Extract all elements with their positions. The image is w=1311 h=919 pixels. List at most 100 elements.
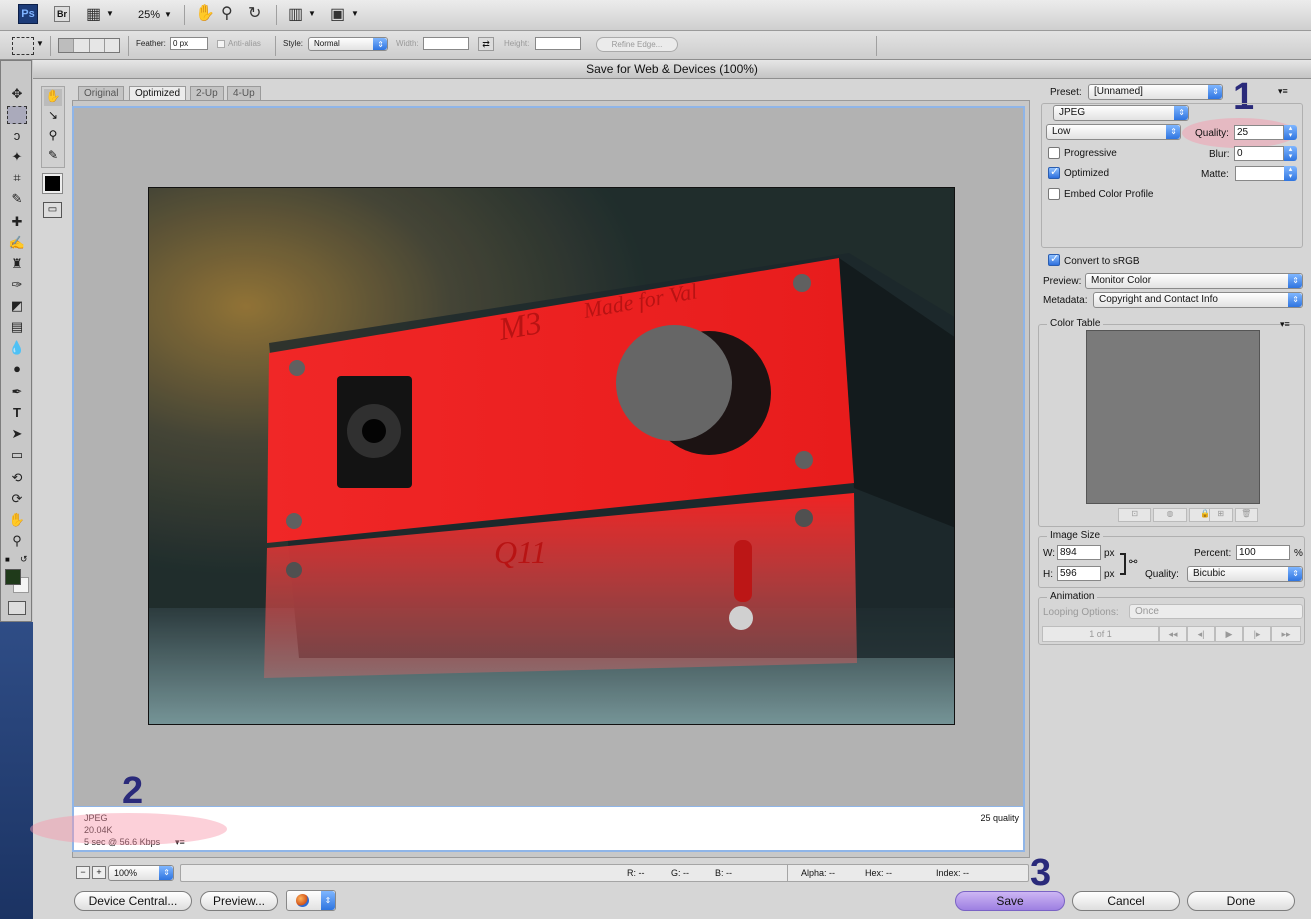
hand-tool-icon[interactable]: ✋ <box>195 6 215 22</box>
crop-tool-icon[interactable]: ⌗ <box>7 169 27 187</box>
preview-button[interactable]: Preview... <box>200 891 278 911</box>
zoom-out-icon[interactable]: − <box>76 866 90 879</box>
zoom-tool-icon[interactable]: ⚲ <box>44 128 62 145</box>
swap-dimensions-icon[interactable]: ⇄ <box>478 37 494 51</box>
chevron-down-icon[interactable]: ▼ <box>36 39 44 48</box>
type-tool-icon[interactable]: T <box>7 404 27 422</box>
blur-tool-icon[interactable]: 💧 <box>7 339 27 357</box>
eraser-tool-icon[interactable]: ◩ <box>7 297 27 315</box>
3d-orbit-tool-icon[interactable]: ⟳ <box>7 490 27 508</box>
eyedropper-tool-icon[interactable]: ✎ <box>7 190 27 208</box>
blur-input[interactable]: 0 <box>1234 146 1284 161</box>
last-frame-icon[interactable]: ▸▸ <box>1271 626 1301 642</box>
add-to-selection-icon[interactable] <box>74 39 90 52</box>
zoom-tool-icon[interactable]: ⚲ <box>7 532 27 550</box>
style-select[interactable]: Normal ⇕ <box>308 37 388 51</box>
hand-tool-icon[interactable]: ✋ <box>7 511 27 529</box>
delete-color-icon[interactable]: 🗑 <box>1234 508 1258 522</box>
toggle-slices-icon[interactable]: ▭ <box>43 202 62 218</box>
play-icon[interactable]: ▶ <box>1215 626 1243 642</box>
chevron-down-icon[interactable]: ▼ <box>351 9 359 18</box>
new-selection-icon[interactable] <box>59 39 75 52</box>
height-input[interactable]: 596 <box>1057 566 1101 581</box>
zoom-select[interactable]: 100% ⇕ <box>108 865 174 881</box>
optimized-checkbox[interactable] <box>1048 165 1060 179</box>
rotate-view-icon[interactable]: ↻ <box>248 6 261 22</box>
optimize-menu-icon[interactable]: ▾≡ <box>1278 86 1288 97</box>
view-extras-icon[interactable]: ▦ <box>86 7 101 23</box>
history-brush-tool-icon[interactable]: ✑ <box>7 276 27 294</box>
screen-mode-icon[interactable]: ▣ <box>330 7 345 23</box>
hand-tool-icon[interactable]: ✋ <box>44 89 62 106</box>
device-central-button[interactable]: Device Central... <box>74 891 192 911</box>
healing-brush-tool-icon[interactable]: ✚ <box>7 213 27 231</box>
embed-color-profile-checkbox[interactable] <box>1048 188 1060 200</box>
zoom-tool-icon[interactable]: ⚲ <box>221 6 233 22</box>
web-shift-icon[interactable]: ◍ <box>1153 508 1187 522</box>
width-input[interactable] <box>423 37 469 50</box>
zoom-in-icon[interactable]: + <box>92 866 106 879</box>
photoshop-logo[interactable]: Ps <box>18 4 38 24</box>
chevron-down-icon[interactable]: ▼ <box>164 10 172 19</box>
quick-mask-icon[interactable] <box>8 601 26 615</box>
shape-tool-icon[interactable]: ▭ <box>7 446 27 464</box>
eyedropper-color-swatch[interactable] <box>42 173 63 194</box>
pen-tool-icon[interactable]: ✒ <box>7 383 27 401</box>
width-input[interactable]: 894 <box>1057 545 1101 560</box>
tab-4-up[interactable]: 4-Up <box>227 86 261 100</box>
magic-wand-tool-icon[interactable]: ✦ <box>7 148 27 166</box>
browser-select[interactable]: ⇕ <box>286 890 336 911</box>
bridge-logo[interactable]: Br <box>54 6 70 22</box>
eyedropper-tool-icon[interactable]: ✎ <box>44 148 62 165</box>
slice-select-tool-icon[interactable]: ↘ <box>44 108 62 125</box>
quality-level-select[interactable]: Low ⇕ <box>1046 124 1181 140</box>
rectangular-marquee-tool-icon[interactable] <box>7 106 27 124</box>
arrange-documents-icon[interactable]: ▥ <box>288 7 303 23</box>
add-color-icon[interactable]: ⊞ <box>1209 508 1233 522</box>
convert-srgb-checkbox[interactable] <box>1048 252 1060 266</box>
matte-select-icon[interactable]: ▴ ▾ <box>1284 166 1297 181</box>
file-format-select[interactable]: JPEG ⇕ <box>1053 105 1189 121</box>
tab-optimized[interactable]: Optimized <box>129 86 187 100</box>
swap-colors-icon[interactable]: ↺ <box>20 554 28 565</box>
blur-stepper-icon[interactable]: ▴ ▾ <box>1284 146 1297 161</box>
preview-mode-select[interactable]: Monitor Color ⇕ <box>1085 273 1303 289</box>
dodge-tool-icon[interactable]: ● <box>7 360 27 378</box>
foreground-color-swatch[interactable] <box>5 569 21 585</box>
first-frame-icon[interactable]: ◂◂ <box>1159 626 1187 642</box>
percent-input[interactable]: 100 <box>1236 545 1290 560</box>
anti-alias-checkbox[interactable] <box>217 40 225 48</box>
feather-input[interactable]: 0 px <box>170 37 208 50</box>
move-tool-icon[interactable]: ✥ <box>7 85 27 103</box>
marquee-tool-icon[interactable] <box>12 37 34 55</box>
intersect-selection-icon[interactable] <box>105 39 119 52</box>
lasso-tool-icon[interactable]: ↄ <box>7 127 27 145</box>
brush-tool-icon[interactable]: ✍ <box>7 234 27 252</box>
chevron-down-icon[interactable]: ▼ <box>308 9 316 18</box>
map-color-icon[interactable]: ⊡ <box>1118 508 1152 522</box>
chain-link-icon[interactable]: ⚯ <box>1129 557 1137 568</box>
quality-input[interactable]: 25 <box>1234 125 1284 140</box>
chevron-down-icon[interactable]: ▼ <box>106 9 114 18</box>
clone-stamp-tool-icon[interactable]: ♜ <box>7 255 27 273</box>
preset-select[interactable]: [Unnamed] ⇕ <box>1088 84 1223 100</box>
height-input[interactable] <box>535 37 581 50</box>
gradient-tool-icon[interactable]: ▤ <box>7 318 27 336</box>
color-table-menu-icon[interactable]: ▾≡ <box>1280 319 1290 330</box>
resample-quality-select[interactable]: Bicubic ⇕ <box>1187 566 1303 582</box>
matte-input[interactable] <box>1235 166 1285 181</box>
metadata-select[interactable]: Copyright and Contact Info ⇕ <box>1093 292 1303 308</box>
next-frame-icon[interactable]: |▸ <box>1243 626 1271 642</box>
progressive-checkbox[interactable] <box>1048 147 1060 159</box>
zoom-level[interactable]: 25% <box>138 9 160 21</box>
looping-options-select[interactable]: Once <box>1129 604 1303 619</box>
quality-stepper-icon[interactable]: ▴ ▾ <box>1284 125 1297 140</box>
subtract-from-selection-icon[interactable] <box>90 39 105 52</box>
3d-rotate-tool-icon[interactable]: ⟲ <box>7 469 27 487</box>
refine-edge-button[interactable]: Refine Edge... <box>596 37 678 52</box>
path-selection-tool-icon[interactable]: ➤ <box>7 425 27 443</box>
previous-frame-icon[interactable]: ◂| <box>1187 626 1215 642</box>
preview-image[interactable]: M3 Made for Val Q11 <box>148 187 955 725</box>
tab-2-up[interactable]: 2-Up <box>190 86 224 100</box>
color-table-swatches[interactable] <box>1086 330 1260 504</box>
